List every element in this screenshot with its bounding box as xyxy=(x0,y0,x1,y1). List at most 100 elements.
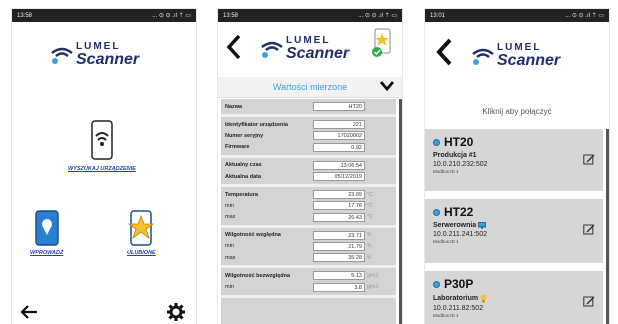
measurement-unit: g/m3 xyxy=(367,284,379,291)
measurement-row: max 35.28% xyxy=(221,252,396,263)
measurement-label: Wilgotność względna xyxy=(225,232,281,239)
measurement-group: Identyfikator urządzenia 221 Numer seryjny… xyxy=(221,117,396,158)
phone-wifi-icon xyxy=(91,120,113,160)
wifi-logo-icon xyxy=(472,48,494,65)
measurement-row: Numer seryjny 17020002 xyxy=(221,130,396,141)
measurement-group: Wilgotność bezwzględna 5.13 g/m3 min 3.8 g/m3 xyxy=(221,268,396,298)
measurement-unit: % xyxy=(367,254,372,261)
search-device-button[interactable]: WYSZUKAJ URZĄDZENIE xyxy=(68,119,136,172)
devices-screen: 13:01 ... ⊙ ⊙ .ıl ⇡ ▭ LUMEL Scanner Klik… xyxy=(424,8,610,324)
device-protocol: Modbus ID 1 xyxy=(433,313,459,318)
measurement-value: 0.92 xyxy=(313,142,365,152)
status-dot-icon xyxy=(433,138,440,146)
measurement-unit: °C xyxy=(367,191,373,198)
measurement-value: 21.79 xyxy=(313,241,365,251)
measurement-value: 13:06:54 xyxy=(313,160,365,170)
measurement-value: 05/12/2019 xyxy=(313,172,365,182)
device-location: Produkcja #1 xyxy=(433,152,477,159)
device-ip: 10.0.211.82:502 xyxy=(433,305,484,312)
logo-product: Scanner xyxy=(286,45,350,62)
measurement-value: 5.13 xyxy=(313,271,365,281)
back-chevron-icon[interactable] xyxy=(435,38,453,66)
logo-product: Scanner xyxy=(497,52,561,69)
device-item[interactable]: HT22 Serwerownia 10.0.211.241:502 Modbus ID… xyxy=(425,199,603,263)
measurement-unit: g/m3 xyxy=(367,272,379,279)
measurement-label: min xyxy=(225,202,234,209)
measurement-row: Firmware 0.92 xyxy=(221,142,396,153)
favorite-added-icon[interactable] xyxy=(371,28,395,58)
device-protocol: Modbus ID 1 xyxy=(433,169,459,174)
app-logo: LUMEL Scanner xyxy=(260,36,349,62)
edit-icon[interactable] xyxy=(583,153,595,165)
status-icons: ... ⊙ ⊙ .ıl ⇡ ▭ xyxy=(565,13,604,19)
measurement-group: Nazwa HT20 xyxy=(221,99,396,118)
device-protocol: Modbus ID 1 xyxy=(433,239,459,244)
device-location: Laboratorium xyxy=(433,295,479,302)
measurements-screen: 13:58 ... ⊙ ⊙ .ıl ⇡ ▭ LUMEL Scanner Wart… xyxy=(217,8,403,324)
status-icons: ... ⊙ ⊙ .ıl ⇡ ▭ xyxy=(152,13,191,19)
header: LUMEL Scanner xyxy=(218,22,402,77)
measurement-row: Aktualna data 05/12/2019 xyxy=(221,171,396,182)
measurement-label: Aktualny czas xyxy=(225,162,262,169)
scrollbar[interactable] xyxy=(399,99,402,324)
edit-icon[interactable] xyxy=(583,223,595,235)
device-ip: 10.0.211.241:502 xyxy=(433,231,487,238)
measurement-label: Identyfikator urządzenia xyxy=(225,121,288,128)
measurement-label: min xyxy=(225,243,234,250)
measurement-row: min 17.76 °C xyxy=(221,200,396,211)
scrollbar[interactable] xyxy=(606,129,609,324)
measurement-row: Wilgotność bezwzględna 5.13 g/m3 xyxy=(221,270,396,281)
measurement-label: max xyxy=(225,214,236,221)
home-screen: 13:58 ... ⊙ ⊙ .ıl ⇡ ▭ LUMEL Scanner WYSZ… xyxy=(11,8,197,324)
status-dot-icon xyxy=(433,280,440,288)
phone-star-icon xyxy=(128,210,155,246)
measurement-unit: °C xyxy=(367,214,373,221)
favorites-label: ULUBIONE xyxy=(127,250,156,256)
measurement-row: max 26.43 °C xyxy=(221,212,396,223)
status-icons: ... ⊙ ⊙ .ıl ⇡ ▭ xyxy=(358,13,397,19)
status-time: 13:58 xyxy=(17,12,33,19)
device-name: HT22 xyxy=(444,205,474,219)
edit-icon[interactable] xyxy=(583,295,595,307)
logo-product: Scanner xyxy=(76,51,140,68)
phone-pin-icon xyxy=(34,210,59,246)
status-dot-icon xyxy=(433,208,440,216)
device-item[interactable]: HT20 Produkcja #1 10.0.210.232:502 Modbus I… xyxy=(425,129,603,191)
measurement-value: 35.28 xyxy=(313,253,365,263)
gear-icon[interactable] xyxy=(167,303,185,321)
status-time: 13:01 xyxy=(430,12,446,19)
section-dropdown[interactable]: Wartości mierzone xyxy=(218,77,402,98)
measurement-row: Nazwa HT20 xyxy=(221,101,396,112)
device-name: P30P xyxy=(444,277,474,291)
device-item[interactable]: P30P Laboratorium 10.0.211.82:502 Modbus ID… xyxy=(425,271,603,324)
connect-hint: Kliknij aby połączyć xyxy=(482,107,552,116)
measurement-label: max xyxy=(225,254,236,261)
search-device-label: WYSZUKAJ URZĄDZENIE xyxy=(68,166,136,172)
measurement-value: 17.76 xyxy=(313,201,365,211)
measurement-label: Firmware xyxy=(225,144,250,151)
measurement-label: Aktualna data xyxy=(225,173,262,180)
back-chevron-icon[interactable] xyxy=(226,34,242,60)
measurement-value: 26.43 xyxy=(313,212,365,222)
status-bar: 13:58 ... ⊙ ⊙ .ıl ⇡ ▭ xyxy=(218,9,402,22)
measurement-row: Identyfikator urządzenia 221 xyxy=(221,119,396,130)
measurement-unit: % xyxy=(367,232,372,239)
wifi-logo-icon xyxy=(261,41,283,58)
chevron-down-icon xyxy=(380,81,394,92)
enter-label: WPROWADŹ xyxy=(30,250,64,256)
status-bar: 13:01 ... ⊙ ⊙ .ıl ⇡ ▭ xyxy=(425,9,609,22)
measurement-row: min 3.8 g/m3 xyxy=(221,281,396,292)
measurement-value: 23.89 xyxy=(313,190,365,200)
measurement-unit: % xyxy=(367,243,372,250)
status-bar: 13:58 ... ⊙ ⊙ .ıl ⇡ ▭ xyxy=(12,9,196,22)
device-name: HT20 xyxy=(444,135,474,149)
measurements-table: Nazwa HT20 Identyfikator urządzenia 221 Nume… xyxy=(221,99,396,324)
app-logo: LUMEL Scanner xyxy=(471,43,560,69)
back-arrow-icon[interactable] xyxy=(20,305,38,319)
status-time: 13:58 xyxy=(223,12,239,19)
enter-button[interactable]: WPROWADŹ xyxy=(30,209,63,256)
measurement-value: 3.8 xyxy=(313,282,365,292)
favorites-button[interactable]: ULUBIONE xyxy=(127,209,156,256)
measurement-value: 221 xyxy=(313,120,365,130)
measurement-group: Aktualny czas 13:06:54 Aktualna data 05/12/… xyxy=(221,158,396,188)
